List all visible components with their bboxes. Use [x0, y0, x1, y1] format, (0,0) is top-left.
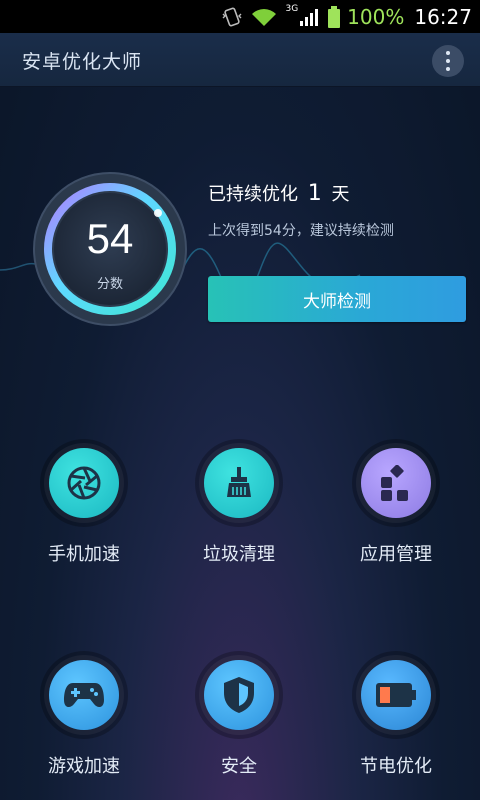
days-count: 1: [307, 181, 322, 206]
battery-status-icon: [327, 5, 341, 28]
vibrate-icon: [221, 6, 243, 28]
master-check-button[interactable]: 大师检测: [208, 276, 466, 322]
battery-icon: [361, 660, 431, 730]
score-label: 分数: [96, 277, 123, 292]
days-prefix: 已持续优化: [208, 184, 298, 205]
tool-security[interactable]: 安全: [179, 660, 299, 778]
signal-icon: 3G: [285, 3, 319, 27]
tool-phone-boost[interactable]: 手机加速: [24, 448, 144, 566]
tool-junk-clean[interactable]: 垃圾清理: [179, 448, 299, 566]
app-title: 安卓优化大师: [22, 51, 143, 73]
tool-label: 节电优化: [360, 756, 432, 777]
tool-label: 应用管理: [360, 544, 432, 565]
app-bar: 安卓优化大师: [0, 33, 480, 87]
aperture-icon: [49, 448, 119, 518]
apps-grid-icon: [361, 448, 431, 518]
score-value: 54: [86, 215, 134, 262]
last-score-text: 上次得到54分，建议持续检测: [208, 223, 394, 239]
menu-dot: [446, 51, 450, 55]
shield-icon: [204, 660, 274, 730]
tool-label: 垃圾清理: [203, 544, 275, 565]
status-bar: 3G 100% 16:27: [0, 0, 480, 33]
tool-power-saving[interactable]: 节电优化: [336, 660, 456, 778]
tool-label: 手机加速: [48, 544, 120, 565]
days-suffix: 天: [331, 184, 350, 205]
overflow-menu-button[interactable]: [432, 45, 464, 77]
broom-icon: [204, 448, 274, 518]
clock: 16:27: [414, 4, 472, 29]
network-type: 3G: [285, 3, 299, 14]
menu-dot: [446, 67, 450, 71]
score-gauge[interactable]: 54 分数: [32, 171, 188, 327]
tool-game-boost[interactable]: 游戏加速: [24, 660, 144, 778]
battery-percent: 100%: [347, 4, 405, 29]
optimization-days: 已持续优化 1 天: [208, 180, 349, 206]
wifi-icon: [251, 7, 277, 27]
gamepad-icon: [49, 660, 119, 730]
menu-dot: [446, 59, 450, 63]
tool-label: 安全: [221, 756, 257, 777]
tool-app-manager[interactable]: 应用管理: [336, 448, 456, 566]
tool-label: 游戏加速: [48, 756, 120, 777]
